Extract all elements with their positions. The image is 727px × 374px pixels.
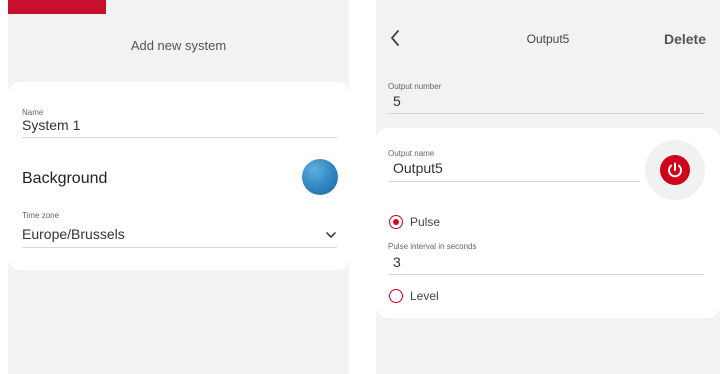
power-button-wrapper	[645, 140, 705, 200]
timezone-underline	[22, 247, 337, 248]
delete-button[interactable]: Delete	[664, 31, 706, 47]
output-name-input[interactable]: Output5	[393, 160, 443, 176]
pulse-interval-underline	[388, 274, 704, 275]
pulse-interval-input[interactable]: 3	[393, 254, 401, 270]
pulse-interval-label: Pulse interval in seconds	[388, 242, 477, 251]
chevron-down-icon[interactable]	[325, 229, 337, 241]
page-title: Add new system	[130, 38, 227, 53]
power-button[interactable]	[660, 155, 690, 185]
background-color-picker[interactable]	[302, 159, 338, 195]
system-form-card: Name System 1 Background Time zone Europ…	[8, 82, 349, 270]
output-name-underline	[388, 181, 640, 182]
name-input[interactable]: System 1	[22, 117, 80, 133]
name-input-underline	[22, 137, 337, 138]
pulse-radio[interactable]	[389, 215, 403, 229]
level-radio[interactable]	[389, 289, 403, 303]
radio-selected-dot	[392, 218, 399, 225]
power-icon	[668, 162, 682, 178]
output-number-label: Output number	[388, 82, 442, 91]
timezone-field-label: Time zone	[22, 211, 60, 220]
output-number-value[interactable]: 5	[393, 93, 401, 109]
level-radio-label: Level	[410, 289, 439, 303]
background-label: Background	[22, 170, 108, 187]
brand-accent-bar	[8, 0, 106, 14]
output-settings-card: Output name Output5 Pulse Pulse interval…	[376, 128, 720, 318]
output-name-label: Output name	[388, 149, 435, 158]
output-number-underline	[388, 113, 704, 114]
add-system-screen: Add new system Name System 1 Background …	[8, 0, 349, 374]
output-detail-screen: Output5 Delete Output number 5 Output na…	[376, 0, 720, 374]
timezone-select[interactable]: Europe/Brussels	[22, 226, 125, 242]
pulse-radio-label: Pulse	[410, 215, 441, 229]
name-field-label: Name	[22, 108, 44, 117]
